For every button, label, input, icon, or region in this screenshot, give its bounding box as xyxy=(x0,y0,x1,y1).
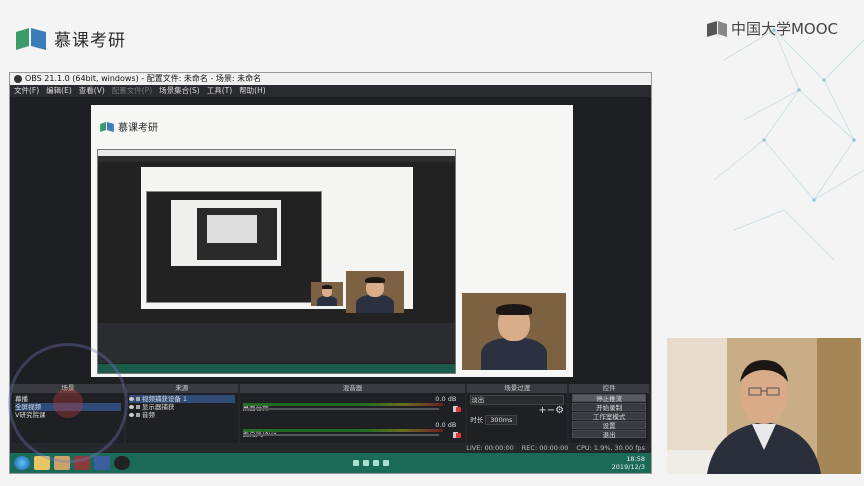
mooc-logo: 中国大学MOOC xyxy=(706,18,838,39)
mooc-cube-icon xyxy=(706,20,727,37)
visibility-eye-icon[interactable] xyxy=(128,413,134,417)
volume-meter xyxy=(242,429,443,432)
preview-canvas[interactable]: 慕课考研 xyxy=(91,105,573,377)
obs-taskbar-icon[interactable] xyxy=(114,456,130,470)
start-orb-icon[interactable] xyxy=(14,456,30,470)
menu-scene-collection[interactable]: 场景集合(S) xyxy=(159,85,200,97)
lock-icon[interactable] xyxy=(135,413,140,417)
visibility-eye-icon[interactable] xyxy=(128,397,134,401)
volume-fader[interactable] xyxy=(242,408,439,410)
obs-titlebar: OBS 21.1.0 (64bit, windows) - 配置文件: 未命名 … xyxy=(10,73,651,85)
nested-obs-preview-3 xyxy=(197,208,277,260)
menu-file[interactable]: 文件(F) xyxy=(14,85,39,97)
obs-app-icon xyxy=(14,75,22,83)
canvas-brand: 慕课考研 xyxy=(100,119,158,134)
studio-mode-button[interactable]: 工作室模式 xyxy=(572,412,647,421)
menu-profile[interactable]: 配置文件(P) xyxy=(112,85,152,97)
volume-fader[interactable] xyxy=(242,434,439,436)
nested-webcam-3 xyxy=(311,282,343,306)
transition-add-remove[interactable]: +−⚙ xyxy=(470,406,564,416)
windows-taskbar: 18:58 2019/12/3 xyxy=(10,453,651,473)
duration-row: 时长 300ms xyxy=(470,415,564,425)
nested-webcam-2 xyxy=(346,271,404,313)
brand-logo: 慕课考研 xyxy=(16,26,126,51)
nested-obs-preview-2 xyxy=(146,191,343,306)
presenter-video xyxy=(667,338,861,474)
start-recording-button[interactable]: 开始录制 xyxy=(572,403,647,412)
visibility-eye-icon[interactable] xyxy=(128,405,134,409)
menu-help[interactable]: 帮助(H) xyxy=(239,85,266,97)
mixer-track: 桌面音频 0.0 dB xyxy=(242,395,463,413)
tray-icon[interactable] xyxy=(352,460,359,466)
clock-time: 18:58 xyxy=(626,455,645,463)
volume-meter xyxy=(242,403,443,406)
lock-icon[interactable] xyxy=(135,405,140,409)
obs-menubar: 文件(F) 编辑(E) 查看(V) 配置文件(P) 场景集合(S) 工具(T) … xyxy=(10,85,651,97)
track-db: 0.0 dB xyxy=(435,395,457,403)
mooc-label: 中国大学MOOC xyxy=(730,20,838,38)
obs-window-title: OBS 21.1.0 (64bit, windows) - 配置文件: 未命名 … xyxy=(25,74,262,83)
obs-preview[interactable]: 慕课考研 xyxy=(10,97,651,383)
network-icon[interactable] xyxy=(372,460,379,466)
track-db: 0.0 dB xyxy=(435,421,457,429)
browser-icon[interactable] xyxy=(94,456,110,470)
nested-canvas xyxy=(141,167,413,313)
presenter-webcam xyxy=(667,338,861,474)
volume-icon[interactable] xyxy=(382,460,389,466)
sources-dock-title: 来源 xyxy=(125,384,238,393)
menu-edit[interactable]: 编辑(E) xyxy=(46,85,72,97)
stop-streaming-button[interactable]: 停止推流 xyxy=(572,394,647,403)
watermark-stamp xyxy=(8,343,128,463)
transition-select[interactable]: 淡出 xyxy=(470,395,565,405)
book-logo-icon xyxy=(16,27,46,50)
menu-view[interactable]: 查看(V) xyxy=(79,85,105,97)
mixer-track: 麦克风/Aux 0.0 dB xyxy=(242,421,463,439)
canvas-book-logo-icon xyxy=(100,121,114,132)
canvas-brand-name: 慕课考研 xyxy=(118,123,158,134)
settings-button[interactable]: 设置 xyxy=(572,421,647,430)
exit-button[interactable]: 退出 xyxy=(572,430,647,439)
menu-tools[interactable]: 工具(T) xyxy=(207,85,232,97)
duration-input[interactable]: 300ms xyxy=(485,415,518,425)
source-item[interactable]: 音频 xyxy=(128,411,235,419)
mixer-dock-title: 混音器 xyxy=(239,384,466,393)
webcam-source[interactable] xyxy=(462,293,566,370)
mute-speaker-icon[interactable] xyxy=(456,407,462,412)
mute-speaker-icon[interactable] xyxy=(456,433,462,438)
controls-dock-title: 控件 xyxy=(569,384,650,393)
transitions-dock-title: 场景过渡 xyxy=(467,384,568,393)
taskbar-clock[interactable]: 18:58 2019/12/3 xyxy=(612,455,651,471)
tray-icon[interactable] xyxy=(362,460,369,466)
brand-name: 慕课考研 xyxy=(54,31,126,51)
source-item[interactable]: 显示器捕获 xyxy=(128,403,235,411)
nested-obs-preview xyxy=(97,149,456,374)
system-tray xyxy=(352,460,389,466)
lock-icon[interactable] xyxy=(135,397,140,401)
clock-date: 2019/12/3 xyxy=(611,463,645,471)
source-item[interactable]: 视频捕获设备 1 xyxy=(128,395,235,403)
